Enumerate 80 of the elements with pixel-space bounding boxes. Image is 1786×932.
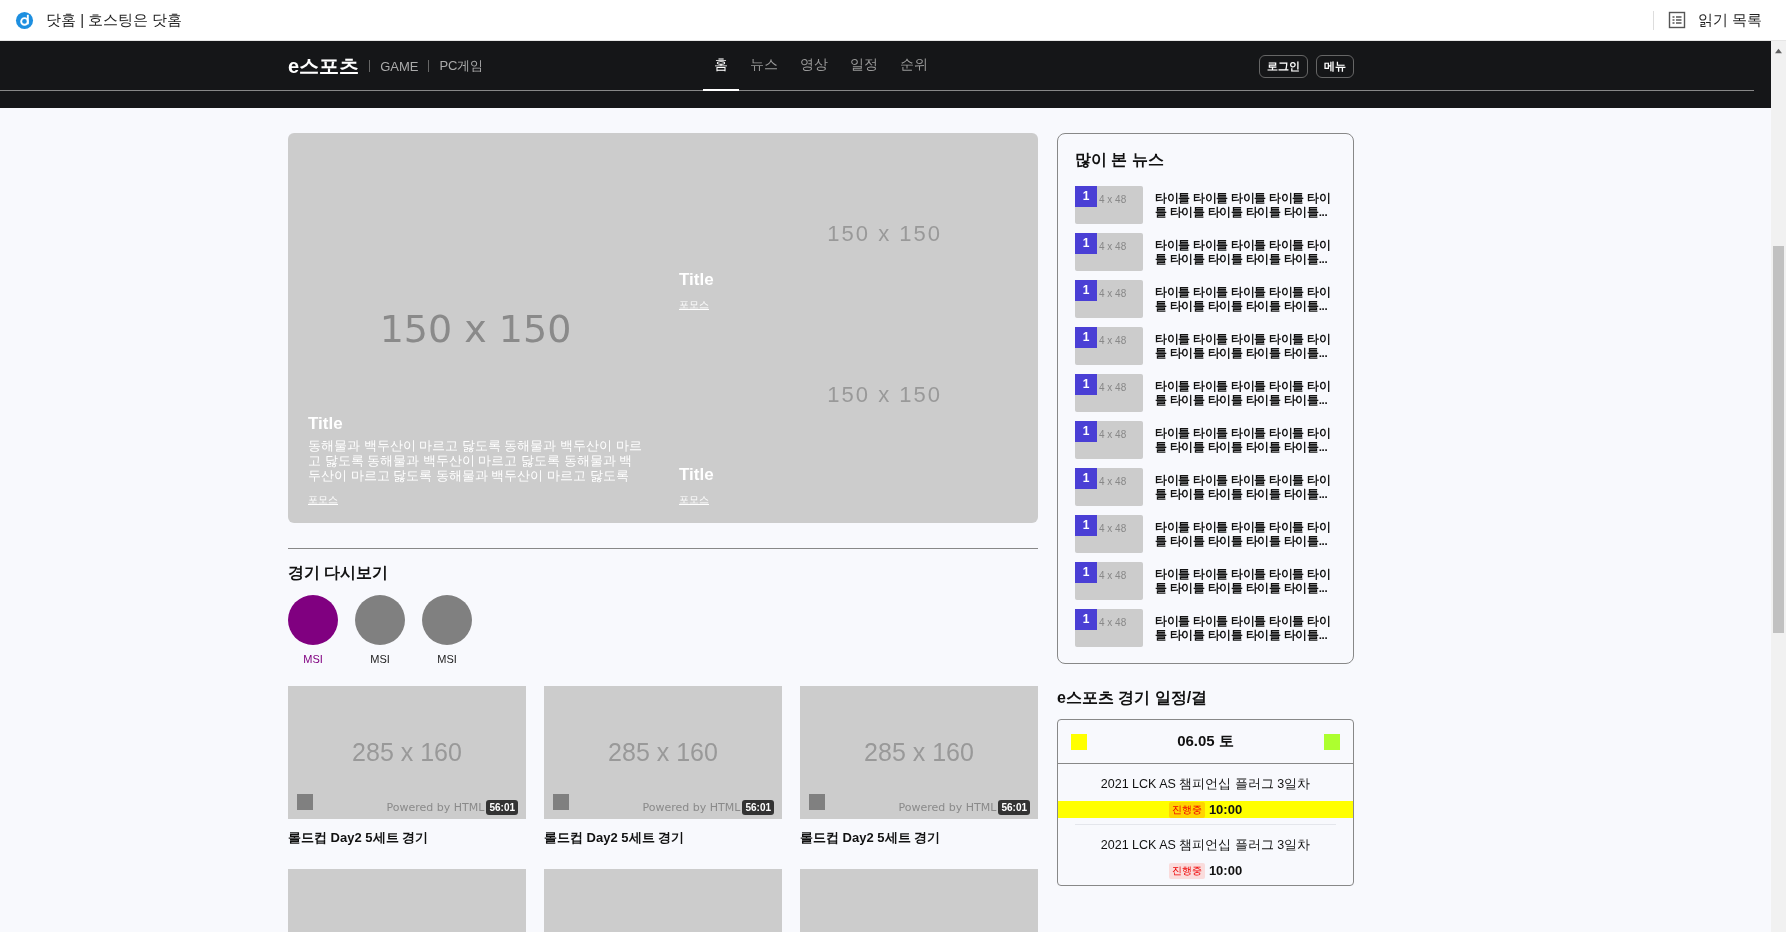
site-logo[interactable]: e스포츠	[288, 52, 360, 80]
news-thumbnail[interactable]: 1 4 x 48	[1075, 420, 1143, 459]
placeholder-label: 4 x 48	[1099, 381, 1127, 393]
match-time: 10:00	[1208, 863, 1243, 878]
placeholder-label: 4 x 48	[1099, 569, 1127, 581]
duration-badge: 56:01	[486, 800, 518, 815]
match-title: 2021 LCK AS 챔피언십 플러그 3일차	[1100, 837, 1311, 854]
news-title[interactable]: 타이틀 타이틀 타이틀 타이틀 타이틀 타이틀 타이틀 타이틀 타이틀...	[1155, 331, 1337, 360]
page-title: 닷홈 | 호스팅은 닷홈	[46, 10, 183, 30]
placeholder-label: 4 x 48	[1099, 287, 1127, 299]
match-title: 2021 LCK AS 챔피언십 플러그 3일차	[1100, 776, 1311, 793]
placeholder-label: 4 x 48	[1099, 193, 1127, 205]
scrollbar[interactable]	[1771, 41, 1786, 932]
news-title[interactable]: 타이틀 타이틀 타이틀 타이틀 타이틀 타이틀 타이틀 타이틀 타이틀...	[1155, 613, 1337, 642]
news-title[interactable]: 타이틀 타이틀 타이틀 타이틀 타이틀 타이틀 타이틀 타이틀 타이틀...	[1155, 425, 1337, 454]
section-title: 경기 다시보기	[288, 563, 390, 583]
rank-badge: 1	[1075, 420, 1097, 442]
nav-tab[interactable]: 영상	[789, 41, 839, 91]
match-time: 10:00	[1208, 802, 1243, 817]
nav-tab[interactable]: 뉴스	[739, 41, 789, 91]
reading-list-button[interactable]: 읽기 목록	[1652, 10, 1762, 30]
header-button[interactable]: 메뉴	[1316, 54, 1354, 78]
rank-badge: 1	[1075, 467, 1097, 489]
rank-badge: 1	[1075, 561, 1097, 583]
status-tag: 진행중	[1168, 801, 1205, 818]
rank-badge: 1	[1075, 608, 1097, 630]
rank-badge: 1	[1075, 185, 1097, 207]
news-title[interactable]: 타이틀 타이틀 타이틀 타이틀 타이틀 타이틀 타이틀 타이틀 타이틀...	[1155, 284, 1337, 313]
placeholder-label: 4 x 48	[1099, 428, 1127, 440]
news-thumbnail[interactable]: 1 4 x 48	[1075, 608, 1143, 647]
schedule-date: 06.05 토	[1177, 732, 1234, 751]
news-title[interactable]: 타이틀 타이틀 타이틀 타이틀 타이틀 타이틀 타이틀 타이틀 타이틀...	[1155, 190, 1337, 219]
news-title[interactable]: 타이틀 타이틀 타이틀 타이틀 타이틀 타이틀 타이틀 타이틀 타이틀...	[1155, 237, 1337, 266]
thumbnail-square-icon	[297, 794, 313, 810]
video-title[interactable]: 롤드컵 Day2 5세트 경기	[800, 829, 1038, 847]
panel-title: 많이 본 뉴스	[1075, 150, 1165, 170]
news-thumbnail[interactable]: 1 4 x 48	[1075, 373, 1143, 412]
scroll-up-icon[interactable]	[1774, 47, 1783, 54]
news-thumbnail[interactable]: 1 4 x 48	[1075, 185, 1143, 224]
watermark-text: Powered by HTML	[898, 801, 997, 814]
video-title[interactable]: 롤드컵 Day2 5세트 경기	[544, 829, 782, 847]
news-thumbnail[interactable]: 1 4 x 48	[1075, 561, 1143, 600]
duration-badge: 56:01	[742, 800, 774, 815]
news-title[interactable]: 타이틀 타이틀 타이틀 타이틀 타이틀 타이틀 타이틀 타이틀 타이틀...	[1155, 472, 1337, 501]
nav-tab[interactable]: 홈	[703, 41, 739, 91]
rank-badge: 1	[1075, 373, 1097, 395]
section-title: e스포츠 경기 일정/결	[1057, 688, 1209, 708]
placeholder-label: 4 x 48	[1099, 616, 1127, 628]
placeholder-label: 4 x 48	[1099, 240, 1127, 252]
header-button[interactable]: 로그인	[1259, 54, 1308, 78]
rank-badge: 1	[1075, 514, 1097, 536]
status-tag: 진행중	[1168, 862, 1205, 879]
news-thumbnail[interactable]: 1 4 x 48	[1075, 232, 1143, 271]
watermark-text: Powered by HTML	[386, 801, 485, 814]
thumbnail-square-icon	[553, 794, 569, 810]
news-thumbnail[interactable]: 1 4 x 48	[1075, 279, 1143, 318]
placeholder-label: 4 x 48	[1099, 522, 1127, 534]
category-link[interactable]: PC게임	[439, 57, 484, 75]
placeholder-label: 150 x 150	[379, 307, 572, 351]
placeholder-label: 4 x 48	[1099, 475, 1127, 487]
list-icon	[1667, 11, 1686, 29]
nav-tab[interactable]: 순위	[889, 41, 939, 91]
category-link[interactable]: GAME	[380, 58, 419, 74]
rank-badge: 1	[1075, 326, 1097, 348]
rank-badge: 1	[1075, 232, 1097, 254]
thumbnail-square-icon	[809, 794, 825, 810]
watermark-text: Powered by HTML	[642, 801, 741, 814]
news-thumbnail[interactable]: 1 4 x 48	[1075, 326, 1143, 365]
news-thumbnail[interactable]: 1 4 x 48	[1075, 514, 1143, 553]
news-title[interactable]: 타이틀 타이틀 타이틀 타이틀 타이틀 타이틀 타이틀 타이틀 타이틀...	[1155, 566, 1337, 595]
duration-badge: 56:01	[998, 800, 1030, 815]
scrollbar-thumb[interactable]	[1773, 246, 1784, 633]
video-title[interactable]: 롤드컵 Day2 5세트 경기	[288, 829, 526, 847]
placeholder-label: 4 x 48	[1099, 334, 1127, 346]
rank-badge: 1	[1075, 279, 1097, 301]
news-title[interactable]: 타이틀 타이틀 타이틀 타이틀 타이틀 타이틀 타이틀 타이틀 타이틀...	[1155, 378, 1337, 407]
nav-tab[interactable]: 일정	[839, 41, 889, 91]
news-thumbnail[interactable]: 1 4 x 48	[1075, 467, 1143, 506]
site-logo-icon	[15, 10, 34, 30]
news-title[interactable]: 타이틀 타이틀 타이틀 타이틀 타이틀 타이틀 타이틀 타이틀 타이틀...	[1155, 519, 1337, 548]
